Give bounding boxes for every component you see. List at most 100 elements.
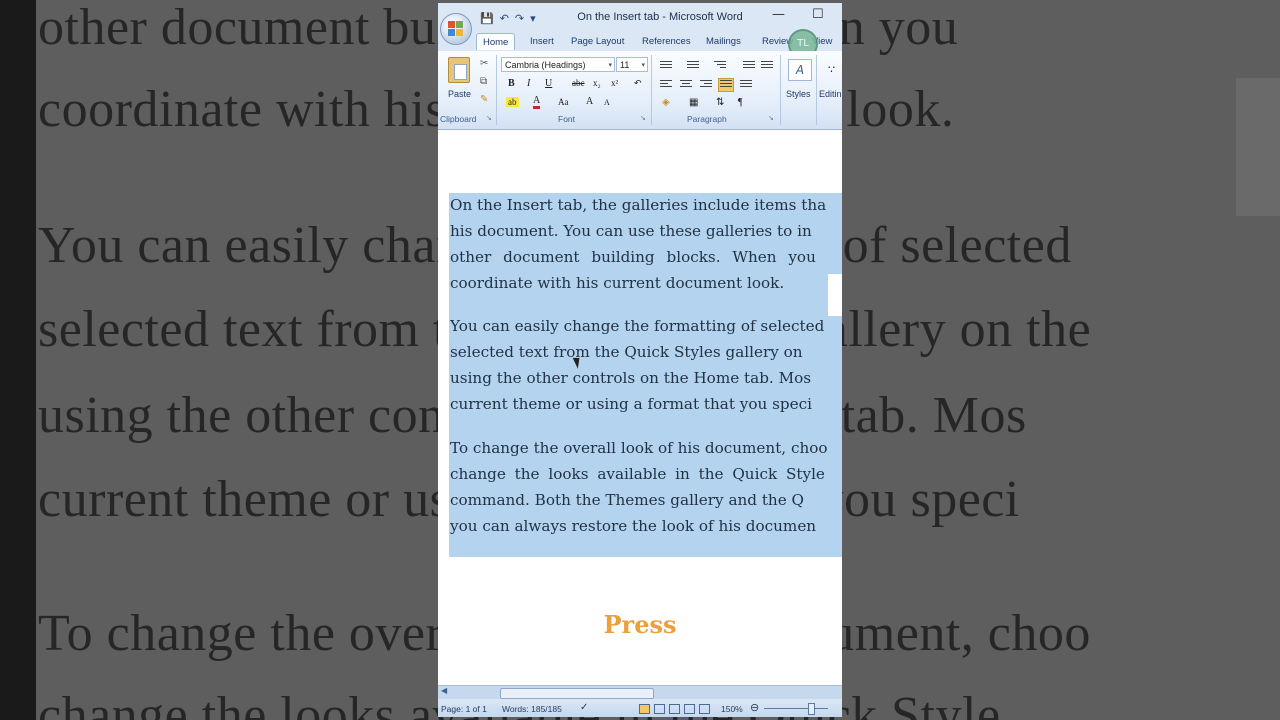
tab-insert[interactable]: Insert <box>530 36 554 47</box>
maximize-button[interactable]: ☐ <box>812 7 824 22</box>
editing-button-label[interactable]: Editin <box>819 89 842 99</box>
borders-icon[interactable]: ▦ <box>689 97 698 108</box>
tab-page-layout[interactable]: Page Layout <box>571 36 624 47</box>
styles-button-label[interactable]: Styles <box>786 89 811 99</box>
font-name-value: Cambria (Headings) <box>505 60 586 70</box>
chevron-down-icon: ▾ <box>608 62 612 69</box>
horizontal-scrollbar[interactable]: ◀ <box>438 685 842 699</box>
word-count[interactable]: Words: 185/185 <box>502 704 562 714</box>
minimize-button[interactable]: — <box>772 7 785 22</box>
cut-icon[interactable]: ✂ <box>480 58 488 69</box>
group-separator <box>651 55 652 125</box>
word-window: 💾 ↶ ↷ ▾ On the Insert tab - Microsoft Wo… <box>438 3 842 717</box>
text-line: change the looks available in the Quick … <box>450 465 825 483</box>
align-right-icon[interactable] <box>700 80 712 90</box>
title-bar: 💾 ↶ ↷ ▾ On the Insert tab - Microsoft Wo… <box>438 3 842 33</box>
zoom-slider-thumb[interactable] <box>808 703 815 715</box>
office-button[interactable] <box>440 13 472 45</box>
align-center-icon[interactable] <box>680 80 692 90</box>
document-page[interactable]: On the Insert tab, the galleries include… <box>438 130 842 686</box>
text-line: You can easily change the formatting of … <box>450 317 825 335</box>
numbering-icon[interactable] <box>687 61 699 71</box>
font-launcher-icon[interactable]: ↘ <box>640 114 646 122</box>
show-formatting-icon[interactable]: ¶ <box>738 97 743 108</box>
zoom-level[interactable]: 150% <box>721 704 743 714</box>
subscript-icon[interactable]: x₂ <box>593 78 601 88</box>
text-line: command. Both the Themes gallery and the… <box>450 491 804 509</box>
grow-font-icon[interactable]: A <box>586 96 593 107</box>
paragraph-1[interactable]: On the Insert tab, the galleries include… <box>450 192 842 296</box>
group-separator <box>780 55 781 125</box>
background-left-strip <box>0 0 36 720</box>
shading-icon[interactable]: ◈ <box>662 97 670 108</box>
group-separator <box>496 55 497 125</box>
shrink-font-icon[interactable]: A <box>604 98 610 107</box>
tab-home[interactable]: Home <box>476 33 516 50</box>
text-line: his document. You can use these gallerie… <box>450 222 812 240</box>
draft-view-icon[interactable] <box>699 704 710 714</box>
quick-styles-icon[interactable]: A <box>788 59 812 81</box>
page-count[interactable]: Page: 1 of 1 <box>441 704 487 714</box>
window-title: On the Insert tab - Microsoft Word <box>577 11 743 23</box>
text-line: selected text from the Quick Styles gall… <box>450 343 803 361</box>
copy-icon[interactable]: ⧉ <box>480 76 487 87</box>
change-case-icon[interactable]: Aa <box>558 97 569 107</box>
font-size-select[interactable]: 11 ▾ <box>616 57 648 72</box>
full-screen-reading-icon[interactable] <box>654 704 665 714</box>
multilevel-list-icon[interactable] <box>714 61 726 71</box>
find-icon[interactable]: ∵ <box>828 63 835 76</box>
web-layout-icon[interactable] <box>669 704 680 714</box>
text-line: you can always restore the look of his d… <box>450 517 817 535</box>
scrollbar-thumb[interactable] <box>500 688 654 699</box>
font-color-icon[interactable]: A <box>533 96 541 109</box>
increase-indent-icon[interactable] <box>761 61 773 71</box>
underline-icon[interactable]: U <box>545 78 552 89</box>
text-line: using the other controls on the Home tab… <box>450 369 812 387</box>
group-label-font: Font <box>558 114 576 124</box>
text-line: coordinate with his current document loo… <box>450 274 785 292</box>
strikethrough-icon[interactable]: abc <box>572 78 585 88</box>
outline-view-icon[interactable] <box>684 704 695 714</box>
clear-formatting-icon[interactable]: ↶ <box>634 78 642 89</box>
tab-references[interactable]: References <box>642 36 691 47</box>
text-line: To change the overall look of his docume… <box>450 439 828 457</box>
text-line: other document building blocks. When you <box>450 248 816 266</box>
bold-icon[interactable]: B <box>508 78 515 89</box>
ribbon-tabs: Home Insert Page Layout References Maili… <box>438 33 842 51</box>
proofing-icon[interactable]: ✓ <box>580 702 588 713</box>
superscript-icon[interactable]: x² <box>611 78 618 88</box>
text-line: On the Insert tab, the galleries include… <box>450 196 827 214</box>
line-end-gap <box>828 274 842 316</box>
group-separator <box>816 55 817 125</box>
paragraph-3[interactable]: To change the overall look of his docume… <box>450 435 842 539</box>
font-name-select[interactable]: Cambria (Headings) ▾ <box>501 57 615 72</box>
sort-icon[interactable]: ⇅ <box>716 97 724 108</box>
justify-icon[interactable] <box>718 78 734 92</box>
decrease-indent-icon[interactable] <box>743 61 755 71</box>
font-size-value: 11 <box>620 60 630 70</box>
align-left-icon[interactable] <box>660 80 672 90</box>
italic-icon[interactable]: I <box>527 78 530 89</box>
overlay-caption: Press <box>603 610 677 639</box>
paste-button-label[interactable]: Paste <box>448 89 471 99</box>
office-logo-icon <box>448 21 464 37</box>
ribbon: Paste ✂ ⧉ ✎ Clipboard ↘ Cambria (Heading… <box>438 51 842 130</box>
clipboard-launcher-icon[interactable]: ↘ <box>486 114 492 122</box>
group-label-paragraph: Paragraph <box>687 114 727 124</box>
format-painter-icon[interactable]: ✎ <box>480 94 488 105</box>
paragraph-launcher-icon[interactable]: ↘ <box>768 114 774 122</box>
scroll-left-icon[interactable]: ◀ <box>441 686 447 695</box>
group-label-clipboard: Clipboard <box>440 114 477 124</box>
print-layout-view-icon[interactable] <box>639 704 650 714</box>
status-bar: Page: 1 of 1 Words: 185/185 ✓ 150% ⊖ <box>438 699 842 717</box>
background-right-block <box>1236 78 1280 216</box>
highlight-icon[interactable]: ab <box>506 97 519 107</box>
zoom-slider-track[interactable] <box>764 708 828 709</box>
line-spacing-icon[interactable] <box>740 80 752 90</box>
bullets-icon[interactable] <box>660 61 672 71</box>
zoom-out-icon[interactable]: ⊖ <box>750 701 759 714</box>
paragraph-2[interactable]: You can easily change the formatting of … <box>450 313 842 417</box>
text-line: current theme or using a format that you… <box>450 395 812 413</box>
paste-icon[interactable] <box>448 57 470 83</box>
tab-mailings[interactable]: Mailings <box>706 36 741 47</box>
